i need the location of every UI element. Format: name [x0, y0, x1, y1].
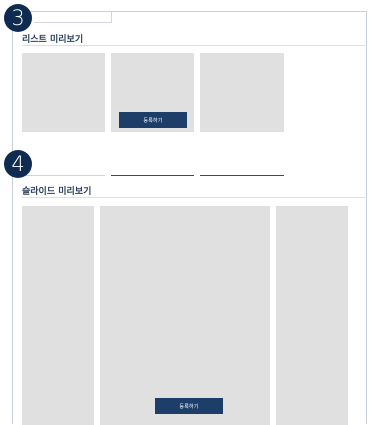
step-marker-3: 3 — [4, 4, 32, 32]
top-tab-separator — [111, 12, 112, 23]
slide-thumbnail-right[interactable] — [276, 206, 348, 425]
list-preview-title-divider — [22, 45, 365, 46]
list-thumbnail-3[interactable] — [200, 53, 284, 132]
step-marker-4: 4 — [4, 150, 32, 178]
list-divider-1 — [22, 175, 105, 176]
list-register-button[interactable]: 등록하기 — [119, 112, 187, 128]
slide-thumbnail-left[interactable] — [22, 206, 94, 425]
slide-register-button[interactable]: 등록하기 — [155, 398, 223, 414]
slide-preview-title-divider — [22, 197, 365, 198]
slide-thumbnail-center[interactable] — [100, 206, 270, 425]
list-divider-2 — [111, 175, 194, 176]
top-tab-divider — [34, 22, 112, 23]
slide-preview-title: 슬라이드 미리보기 — [22, 187, 92, 197]
list-thumbnail-1[interactable] — [22, 53, 105, 132]
list-divider-3 — [200, 175, 284, 176]
list-preview-title: 리스트 미리보기 — [22, 35, 84, 45]
